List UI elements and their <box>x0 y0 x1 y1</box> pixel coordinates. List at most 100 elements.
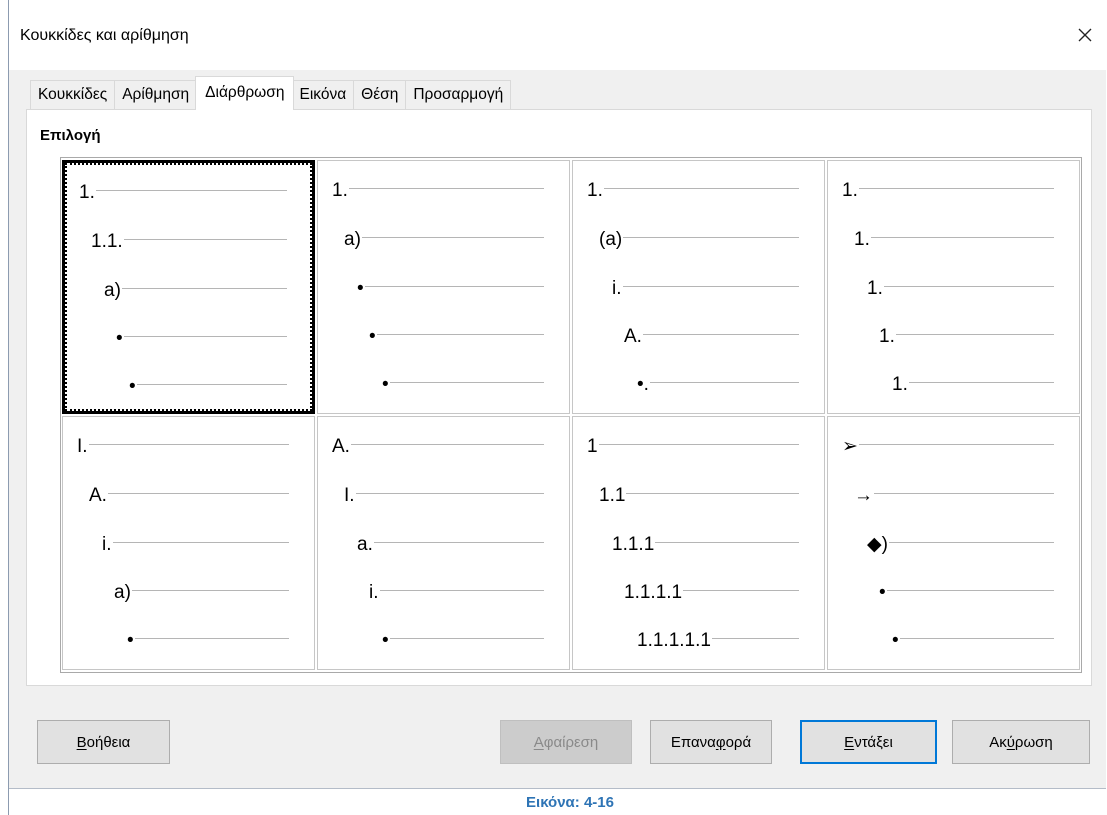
preset-level-row: I. <box>77 433 289 461</box>
preset-level-row: 1. <box>332 177 544 205</box>
reset-button[interactable]: Επαναφορά <box>650 720 772 764</box>
preset-level-row: i. <box>612 275 799 303</box>
level-preview-line <box>361 237 544 238</box>
level-number-label: 1 <box>587 436 598 457</box>
level-preview-line <box>908 382 1054 383</box>
level-preview-line <box>136 384 287 385</box>
level-number-label: 1.1.1 <box>612 534 655 555</box>
preset-level-row: 1. <box>79 179 287 207</box>
level-number-label: • <box>382 374 389 395</box>
level-number-label: A. <box>332 436 350 457</box>
preset-level-row: 1. <box>892 371 1054 399</box>
preset-level-row: 1. <box>879 323 1054 351</box>
level-preview-line <box>376 334 544 335</box>
help-button-label: Βοήθεια <box>76 733 131 751</box>
tab-outline[interactable]: Διάρθρωση <box>195 76 295 110</box>
level-preview-line <box>123 336 287 337</box>
level-number-label: i. <box>102 534 112 555</box>
level-number-label: • <box>382 630 389 651</box>
level-preview-line <box>134 638 289 639</box>
dot-bullet-icon: • <box>892 630 899 651</box>
level-number-label: I. <box>77 436 88 457</box>
level-preview-line <box>888 542 1054 543</box>
outline-preset-4[interactable]: 1. 1. 1. 1. 1. <box>827 160 1080 414</box>
level-number-label: a. <box>357 534 373 555</box>
level-preview-line <box>123 239 287 240</box>
help-button[interactable]: Βοήθεια <box>37 720 170 764</box>
level-number-label: (a) <box>599 229 623 250</box>
tab-customize[interactable]: Προσαρμογή <box>405 80 512 109</box>
outline-preset-2[interactable]: 1. a) • • • <box>317 160 570 414</box>
preset-level-row: • <box>369 323 544 351</box>
level-preview-line <box>626 493 799 494</box>
close-icon <box>1078 28 1092 42</box>
level-preview-line <box>389 638 544 639</box>
level-preview-line <box>95 190 287 191</box>
preset-level-row: • <box>129 373 287 401</box>
preset-level-row: 1.1 <box>599 482 799 510</box>
preset-level-row: 1.1.1.1 <box>624 579 799 607</box>
access-key-letter: Β <box>76 733 87 751</box>
level-preview-line <box>886 590 1054 591</box>
level-number-label: i. <box>612 278 622 299</box>
outline-preset-3[interactable]: 1. (a) i. A. •. <box>572 160 825 414</box>
remove-button-label: Αφαίρεση <box>533 733 599 751</box>
cancel-button[interactable]: Ακύρωση <box>952 720 1090 764</box>
ok-button[interactable]: Εντάξει <box>800 720 937 764</box>
level-number-label: a) <box>104 280 121 301</box>
close-button[interactable] <box>1072 22 1098 48</box>
outline-preset-8[interactable]: ➢ → ◆) • • <box>827 416 1080 670</box>
level-number-label: 1.1.1.1 <box>624 582 683 603</box>
level-number-label: • <box>127 630 134 651</box>
preset-level-row: • <box>127 627 289 655</box>
preset-level-row: → <box>854 482 1054 510</box>
tab-numbering[interactable]: Αρίθμηση <box>114 80 198 109</box>
level-number-label: 1. <box>854 229 870 250</box>
preset-level-row: 1.1.1 <box>612 531 799 559</box>
level-preview-line <box>350 444 544 445</box>
level-preview-line <box>655 542 799 543</box>
level-preview-line <box>622 286 799 287</box>
tab-image[interactable]: Εικόνα <box>291 80 355 109</box>
selection-heading: Επιλογή <box>40 127 101 144</box>
level-preview-line <box>88 444 289 445</box>
arrowhead-bullet-icon: ➢ <box>842 436 858 457</box>
tab-position[interactable]: Θέση <box>353 80 407 109</box>
level-preview-line <box>649 382 799 383</box>
level-number-label: 1. <box>867 278 883 299</box>
level-preview-line <box>858 444 1054 445</box>
ok-button-label: Εντάξει <box>844 733 893 751</box>
preset-level-row: 1. <box>587 177 799 205</box>
outline-preset-grid: 1. 1.1. a) • • 1. a) • • • 1. (a) i. A. … <box>60 157 1082 673</box>
level-number-label: • <box>129 376 136 397</box>
preset-level-row: a) <box>114 579 289 607</box>
level-number-label: • <box>116 328 123 349</box>
level-number-label: • <box>369 326 376 347</box>
level-preview-line <box>373 542 544 543</box>
level-preview-line <box>364 286 544 287</box>
level-number-label: 1. <box>892 374 908 395</box>
level-preview-line <box>348 188 544 189</box>
outline-preset-6[interactable]: A. I. a. i. • <box>317 416 570 670</box>
level-preview-line <box>683 590 799 591</box>
preset-level-row: • <box>116 325 287 353</box>
level-number-label: 1.1.1.1.1 <box>637 630 711 651</box>
level-preview-line <box>858 188 1054 189</box>
preset-level-row: •. <box>637 371 799 399</box>
access-key-letter: φ <box>715 733 726 751</box>
tab-bar: Κουκκίδες Αρίθμηση Διάρθρωση Εικόνα Θέση… <box>30 76 512 110</box>
tab-bullets[interactable]: Κουκκίδες <box>30 80 116 109</box>
level-preview-line <box>603 188 799 189</box>
outline-preset-1[interactable]: 1. 1.1. a) • • <box>62 160 315 414</box>
level-preview-line <box>112 542 289 543</box>
level-preview-line <box>874 493 1054 494</box>
preset-level-row: 1 <box>587 433 799 461</box>
outline-preset-5[interactable]: I. A. i. a) • <box>62 416 315 670</box>
preset-level-row: 1.1.1.1.1 <box>637 627 799 655</box>
preset-level-row: (a) <box>599 226 799 254</box>
level-number-label: •. <box>637 374 649 395</box>
preset-level-row: • <box>357 275 544 303</box>
level-preview-line <box>389 382 544 383</box>
outline-preset-7[interactable]: 1 1.1 1.1.1 1.1.1.1 1.1.1.1.1 <box>572 416 825 670</box>
dialog-title: Κουκκίδες και αρίθμηση <box>20 27 189 44</box>
